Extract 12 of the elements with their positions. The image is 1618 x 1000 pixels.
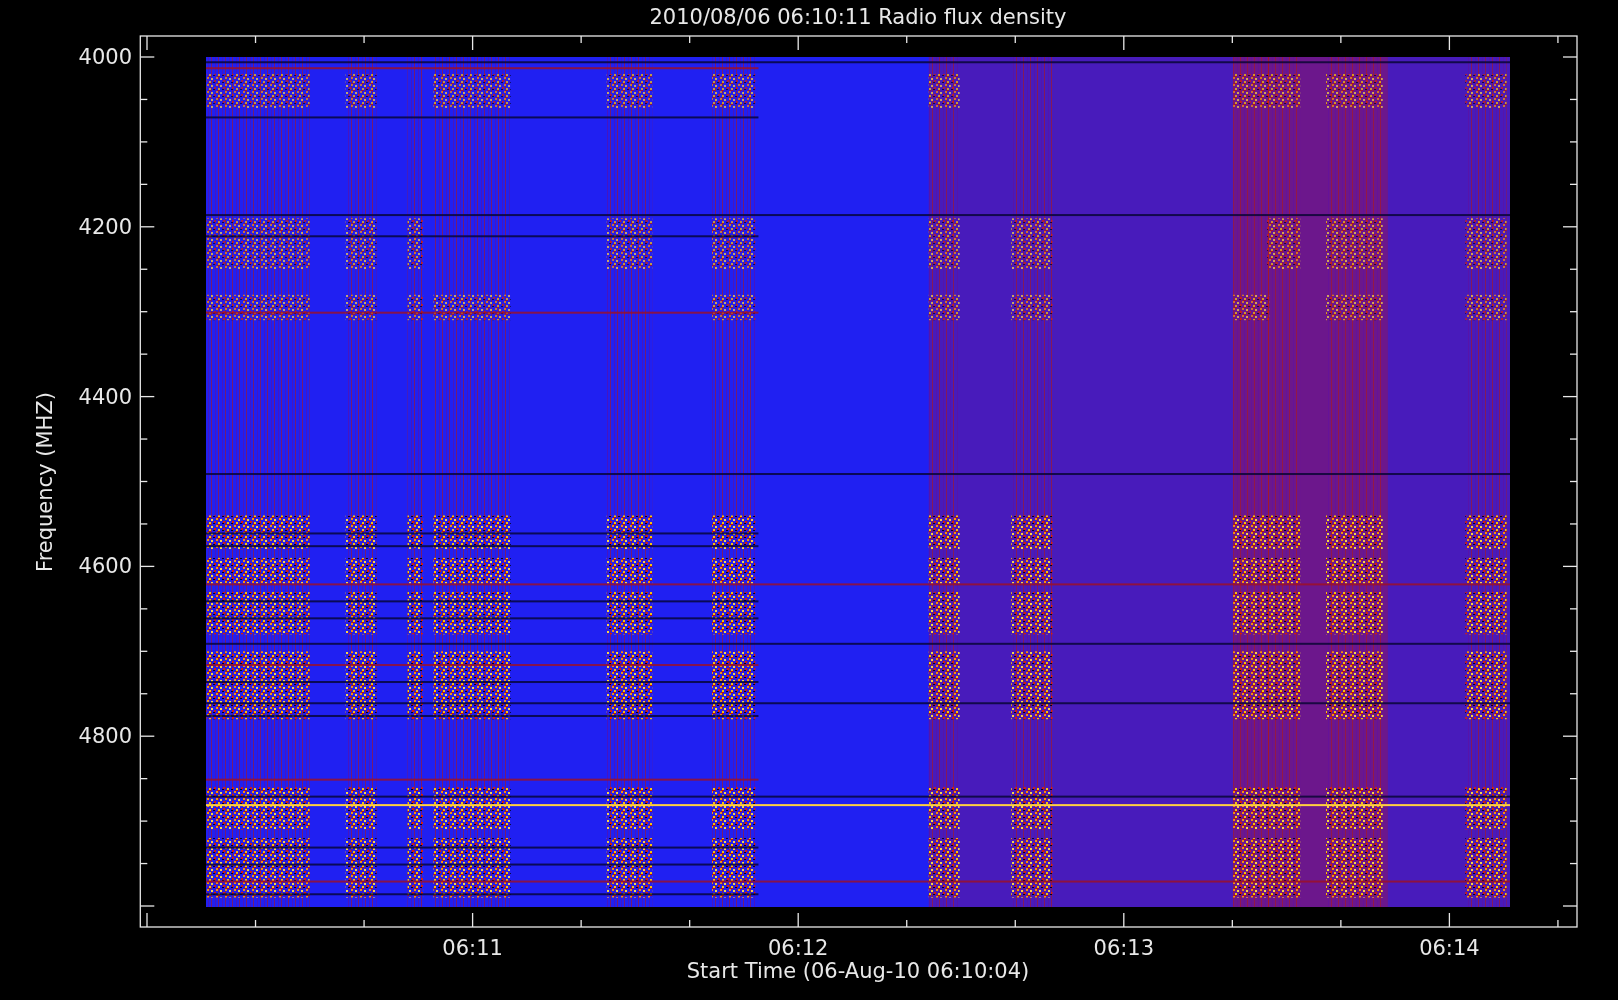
y-tick-label: 4600 xyxy=(78,554,132,579)
y-tick-label: 4200 xyxy=(78,214,132,239)
y-tick-label: 4800 xyxy=(78,724,132,749)
x-axis-label: Start Time (06-Aug-10 06:10:04) xyxy=(686,959,1030,983)
x-tick-label: 06:13 xyxy=(1093,936,1155,960)
chart-title: 2010/08/06 06:10:11 Radio flux density xyxy=(649,5,1067,29)
x-tick-label: 06:14 xyxy=(1419,936,1480,960)
y-axis-label: Frequency (MHZ) xyxy=(33,392,57,572)
x-tick-label: 06:11 xyxy=(442,936,503,960)
x-tick-label: 06:12 xyxy=(767,936,829,960)
y-tick-label: 4400 xyxy=(78,384,132,409)
y-tick-label: 4000 xyxy=(78,45,132,69)
